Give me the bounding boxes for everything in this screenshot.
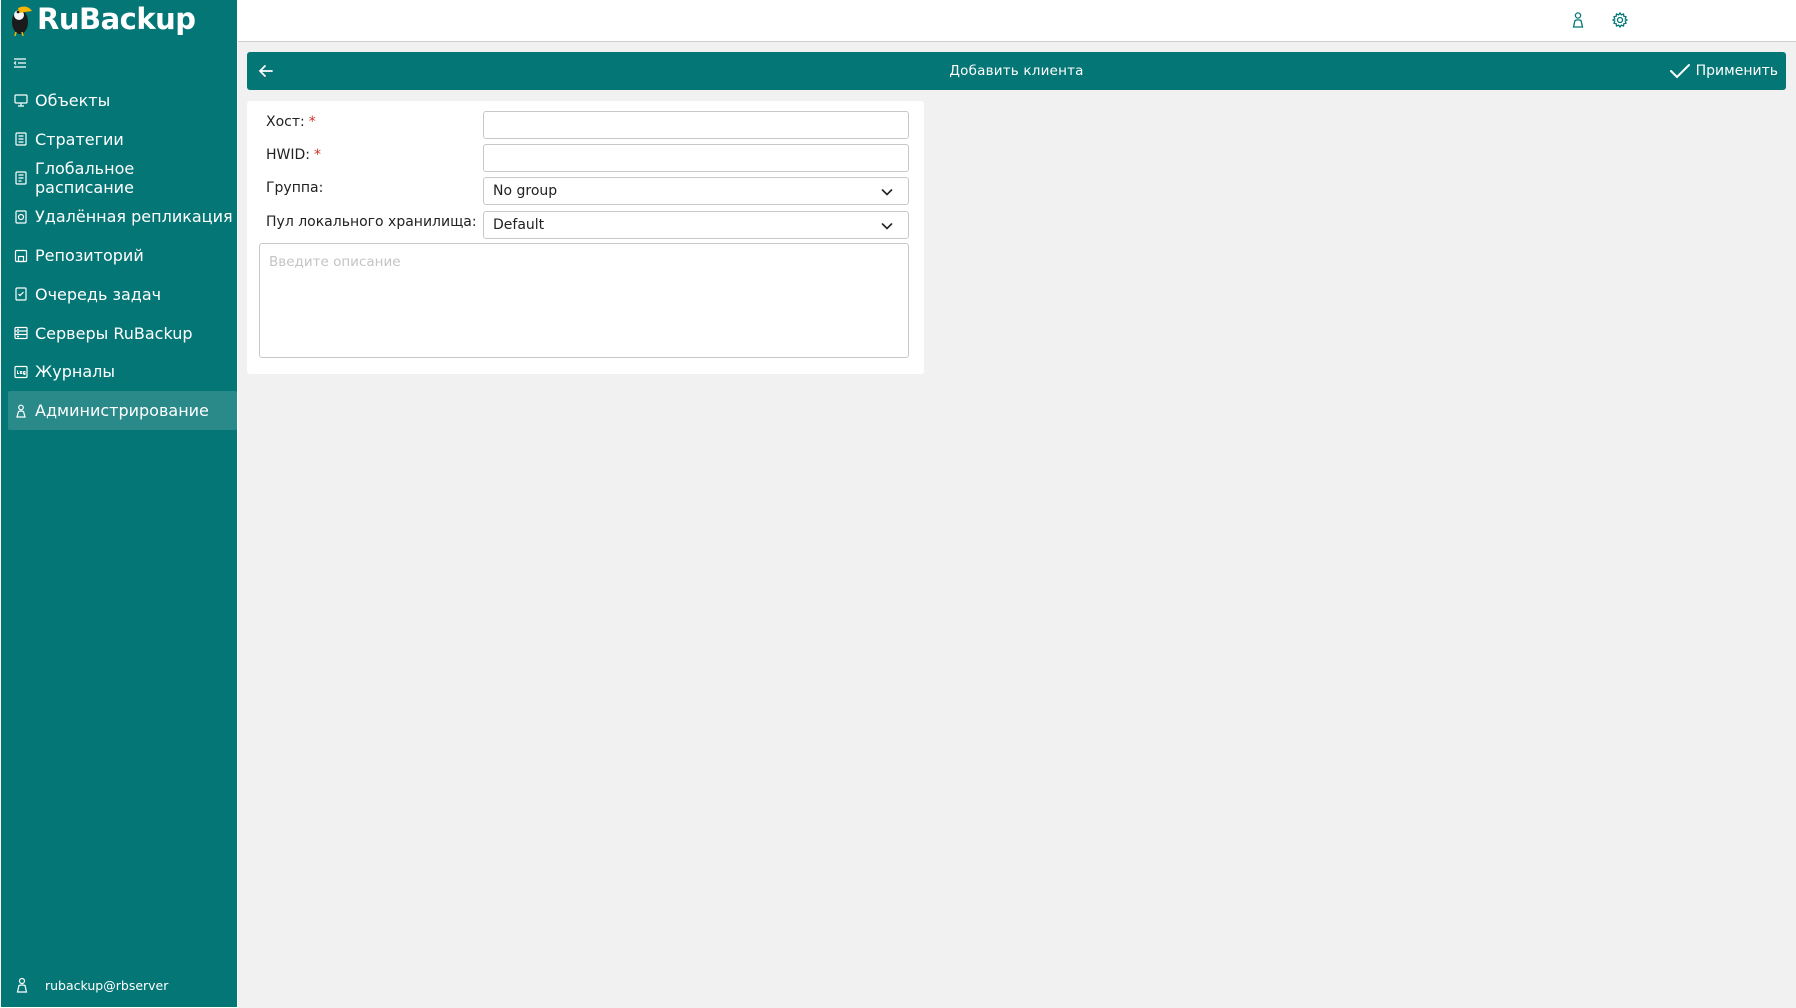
sidebar-nav: Объекты Стратегии Глобальное расписание … [8, 81, 237, 431]
sidebar-item-administration[interactable]: Администрирование [8, 391, 237, 431]
sidebar-item-objects[interactable]: Объекты [8, 81, 237, 120]
host-row: Хост: * [266, 107, 316, 137]
sidebar: RuBackup Объекты Стратегии Глобальное ра… [1, 0, 237, 1007]
sidebar-item-label: Удалённая репликация [35, 207, 233, 227]
add-client-form: Хост: * HWID: * Группа: No group Пул лок… [247, 101, 924, 374]
sidebar-item-label: Журналы [35, 362, 115, 382]
apply-button-label: Применить [1695, 63, 1778, 79]
topbar [238, 0, 1796, 42]
logo-text: RuBackup [37, 2, 196, 36]
group-row: Группа: [266, 173, 323, 203]
description-textarea[interactable]: Введите описание [259, 243, 909, 358]
checkmark-icon [1669, 64, 1690, 79]
hwid-row: HWID: * [266, 140, 321, 170]
logo: RuBackup [7, 0, 196, 38]
sidebar-item-label: Объекты [35, 90, 111, 110]
sidebar-item-label: Очередь задач [35, 284, 162, 304]
pool-label: Пул локального хранилища: [266, 214, 477, 230]
sidebar-item-global-schedule[interactable]: Глобальное расписание [8, 159, 237, 198]
sidebar-item-label: Репозиторий [35, 246, 144, 266]
logo-text-prefix: Ru [37, 2, 79, 36]
sidebar-item-label: Серверы RuBackup [35, 323, 193, 343]
sidebar-item-strategies[interactable]: Стратегии [8, 120, 237, 159]
chevron-down-icon [881, 223, 893, 230]
sidebar-item-remote-replication[interactable]: Удалённая репликация [8, 197, 237, 236]
monitor-icon [14, 94, 28, 107]
host-label: Хост: [266, 114, 305, 130]
sidebar-item-repository[interactable]: Репозиторий [8, 236, 237, 275]
pool-select[interactable]: Default [483, 211, 909, 239]
current-user: rubackup@rbserver [15, 977, 168, 993]
gear-icon [1611, 11, 1629, 29]
hwid-input[interactable] [483, 144, 909, 172]
settings-button[interactable] [1610, 10, 1630, 30]
sidebar-item-label: Глобальное расписание [35, 158, 135, 197]
sidebar-item-label: Администрирование [35, 401, 209, 421]
sidebar-item-task-queue[interactable]: Очередь задач [8, 275, 237, 314]
admin-icon [16, 404, 26, 418]
sidebar-item-label: Стратегии [35, 129, 124, 149]
pool-row: Пул локального хранилища: [266, 207, 477, 237]
document-icon [15, 132, 27, 146]
logo-text-suffix: Backup [78, 2, 196, 36]
chevron-down-icon [881, 189, 893, 196]
required-marker: * [308, 114, 316, 130]
hwid-label: HWID: [266, 147, 310, 163]
collapse-icon [13, 58, 26, 68]
repository-icon [14, 249, 28, 262]
group-label: Группа: [266, 180, 324, 196]
schedule-icon [15, 171, 27, 185]
group-select[interactable]: No group [483, 177, 909, 205]
pool-select-value: Default [493, 217, 545, 233]
main-content: Добавить клиента Применить Хост: * HWID:… [238, 42, 1796, 1008]
user-icon [1572, 12, 1584, 28]
page-title: Добавить клиента [949, 63, 1084, 79]
apply-button[interactable]: Применить [1668, 52, 1778, 90]
server-icon [14, 327, 28, 340]
page-header: Добавить клиента Применить [247, 52, 1786, 90]
user-icon [16, 977, 28, 993]
task-queue-icon [15, 287, 27, 301]
sidebar-item-logs[interactable]: Журналы [8, 353, 237, 392]
current-user-label: rubackup@rbserver [45, 977, 169, 993]
collapse-sidebar-button[interactable] [13, 55, 29, 71]
sidebar-item-rubackup-servers[interactable]: Серверы RuBackup [8, 314, 237, 353]
toucan-logo-icon [12, 6, 32, 36]
replication-icon [15, 210, 27, 224]
group-select-value: No group [493, 183, 558, 199]
required-marker: * [314, 147, 321, 163]
host-input[interactable] [483, 111, 909, 139]
log-icon [14, 365, 28, 379]
user-profile-button[interactable] [1568, 10, 1588, 30]
